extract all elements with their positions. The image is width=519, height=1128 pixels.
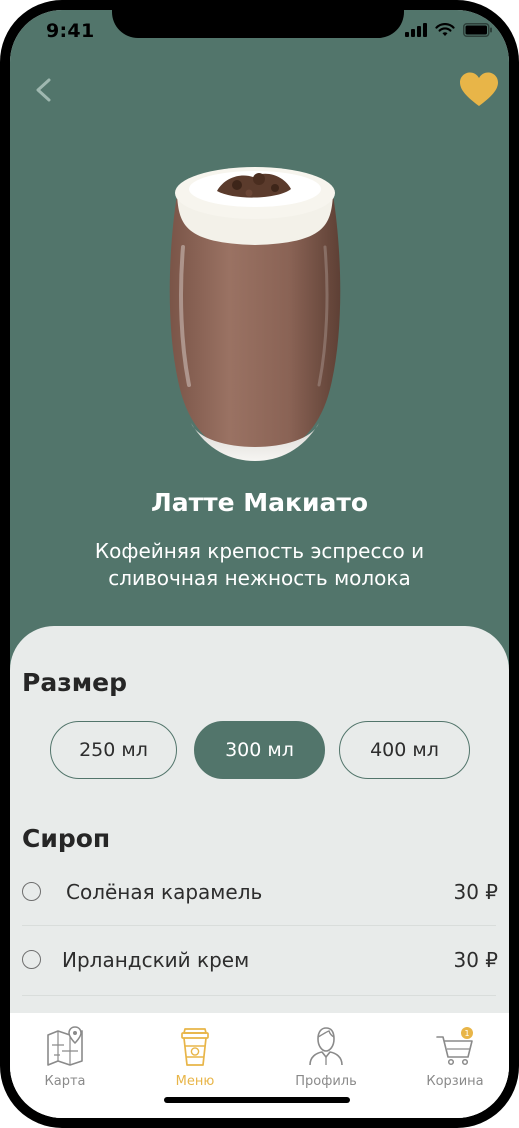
product-description-line-1: Кофейняя крепость эспрессо и [94,539,425,563]
size-option-400[interactable]: 400 мл [339,721,470,779]
syrup-option-salted-caramel[interactable]: Солёная карамель 30 ₽ [22,860,498,926]
tab-label: Карта [44,1074,86,1089]
user-icon [309,1027,343,1066]
tab-label: Корзина [426,1074,484,1089]
radio-button[interactable] [22,950,41,969]
size-option-250[interactable]: 250 мл [50,721,177,779]
size-section-title: Размер [22,668,128,697]
cart-badge-count: 1 [464,1029,469,1038]
tab-menu[interactable]: Меню [145,1013,245,1093]
wifi-icon [435,23,455,36]
product-title: Латте Макиато [150,488,369,517]
status-time: 9:41 [46,20,95,42]
product-description: Кофейняя крепость эспрессо и сливочная н… [50,538,469,592]
cellular-signal-icon [405,23,427,37]
favorite-heart-icon[interactable] [459,72,499,108]
map-icon [47,1026,83,1066]
divider [22,925,496,926]
cart-icon: 1 [436,1027,473,1066]
syrup-price: 30 ₽ [453,948,498,972]
tab-cart[interactable]: 1 Корзина [405,1013,505,1093]
syrup-name: Ирландский крем [62,948,250,972]
tab-label: Меню [175,1074,215,1089]
product-description-line-2: сливочная нежность молока [108,566,411,590]
syrup-price: 30 ₽ [453,880,498,904]
tab-map[interactable]: Карта [15,1013,115,1093]
device-notch [112,10,404,38]
home-indicator[interactable] [164,1097,350,1103]
tab-profile[interactable]: Профиль [276,1013,376,1093]
coffee-cup-icon [181,1028,209,1066]
drink-image [169,167,341,461]
app-screen: 9:41 Латте Макиато Кофейняя крепость эсп… [10,10,509,1118]
syrup-name: Солёная карамель [66,880,263,904]
syrup-section-title: Сироп [22,824,111,853]
size-option-300[interactable]: 300 мл [194,721,325,779]
divider [22,995,496,996]
radio-button[interactable] [22,882,41,901]
syrup-option-irish-cream[interactable]: Ирландский крем 30 ₽ [22,928,498,994]
status-icons [405,23,493,37]
back-chevron-icon[interactable] [30,72,60,108]
tab-label: Профиль [295,1074,357,1089]
phone-frame: 9:41 Латте Макиато Кофейняя крепость эсп… [0,0,519,1128]
battery-icon [463,23,492,37]
